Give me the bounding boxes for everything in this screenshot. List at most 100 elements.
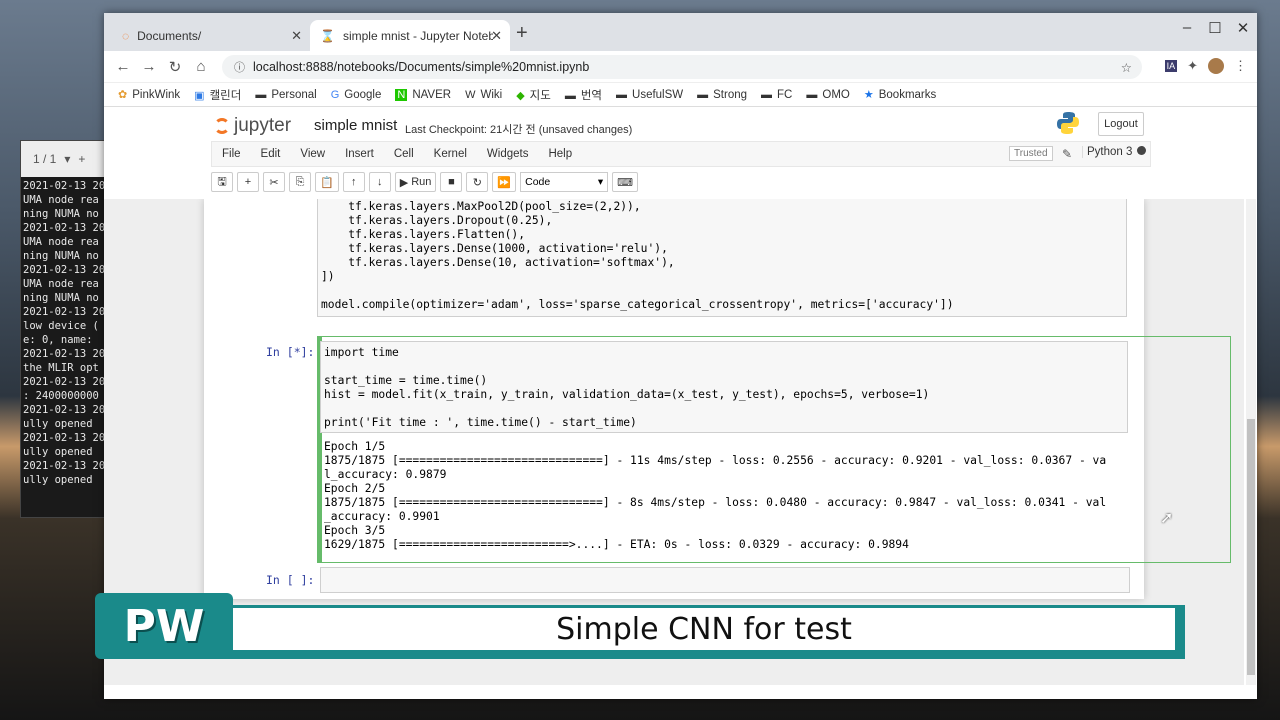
back-icon[interactable]: ← bbox=[110, 58, 136, 75]
window-controls: – ☐ ✕ bbox=[1173, 19, 1257, 37]
cell-type-select[interactable]: Code ▾ bbox=[520, 172, 609, 192]
paste-icon[interactable]: 📋 bbox=[315, 172, 339, 192]
tab-documents[interactable]: ◌ Documents/ ✕ bbox=[112, 20, 310, 51]
bookmark-item[interactable]: ★ Bookmarks bbox=[864, 88, 936, 101]
extension-icons: IA ✦ ⋮ bbox=[1164, 58, 1247, 74]
minimize-icon[interactable]: – bbox=[1173, 19, 1201, 37]
pencil-icon[interactable]: ✎ bbox=[1062, 147, 1072, 161]
close-icon[interactable]: ✕ bbox=[491, 28, 502, 44]
bookmark-item[interactable]: ✿ PinkWink bbox=[118, 88, 180, 101]
menu-edit[interactable]: Edit bbox=[251, 148, 291, 160]
run-button[interactable]: ▶ Run bbox=[394, 172, 437, 192]
bookmark-item[interactable]: ▬ UsefulSW bbox=[616, 89, 683, 101]
cell-prompt: In [ ]: bbox=[266, 573, 315, 587]
bookmark-item[interactable]: G Google bbox=[331, 89, 382, 101]
menu-icon[interactable]: ⋮ bbox=[1234, 58, 1247, 74]
bookmark-item[interactable]: W Wiki bbox=[465, 89, 502, 101]
insert-cell-icon[interactable]: + bbox=[237, 172, 259, 192]
bookmark-item[interactable]: ▬ Personal bbox=[255, 89, 316, 101]
menu-cell[interactable]: Cell bbox=[384, 148, 424, 160]
cell-source: tf.keras.layers.MaxPool2D(pool_size=(2,2… bbox=[321, 200, 954, 311]
notebook-page: tf.keras.layers.MaxPool2D(pool_size=(2,2… bbox=[204, 199, 1231, 599]
code-cell-previous[interactable]: tf.keras.layers.MaxPool2D(pool_size=(2,2… bbox=[317, 199, 1127, 317]
menu-help[interactable]: Help bbox=[538, 148, 582, 160]
jupyter-header: jupyter simple mnist Last Checkpoint: 21… bbox=[104, 107, 1257, 143]
close-icon[interactable]: ✕ bbox=[291, 28, 302, 44]
move-down-icon[interactable]: ↓ bbox=[368, 172, 391, 192]
bookmarks-bar: ✿ PinkWink ▣ 캘린더 ▬ Personal G Google N NAVER … bbox=[104, 83, 1257, 107]
notebook-name[interactable]: simple mnist bbox=[314, 117, 397, 134]
reload-icon[interactable]: ↻ bbox=[162, 58, 188, 76]
bookmark-item[interactable]: ▣ 캘린더 bbox=[194, 87, 241, 103]
url-text: localhost:8888/notebooks/Documents/simpl… bbox=[253, 60, 590, 74]
cut-icon[interactable]: ✂ bbox=[263, 172, 285, 192]
url-field[interactable]: ⓘ localhost:8888/notebooks/Documents/sim… bbox=[222, 55, 1142, 79]
terminal-page-counter: 1 / 1 bbox=[33, 152, 57, 166]
move-up-icon[interactable]: ↑ bbox=[342, 172, 365, 192]
keyboard-icon[interactable]: ⌨ bbox=[612, 172, 638, 192]
caption-banner: Simple CNN for test PW bbox=[95, 593, 1185, 661]
trusted-badge[interactable]: Trusted bbox=[1009, 146, 1053, 161]
cell-source: import time start_time = time.time() his… bbox=[324, 346, 930, 429]
puzzle-icon[interactable]: ✦ bbox=[1187, 58, 1198, 74]
extension-ia-icon[interactable]: IA bbox=[1164, 60, 1178, 72]
code-cell-active[interactable]: import time start_time = time.time() his… bbox=[320, 341, 1128, 433]
tab-bar: ◌ Documents/ ✕ ⌛ simple mnist - Jupyter … bbox=[104, 13, 1257, 51]
menu-widgets[interactable]: Widgets bbox=[477, 148, 539, 160]
bookmark-item[interactable]: ▬ Strong bbox=[697, 89, 747, 101]
code-cell-empty[interactable] bbox=[320, 567, 1130, 593]
bookmark-item[interactable]: ▬ OMO bbox=[806, 89, 849, 101]
maximize-icon[interactable]: ☐ bbox=[1201, 19, 1229, 37]
menu-file[interactable]: File bbox=[212, 148, 251, 160]
close-window-icon[interactable]: ✕ bbox=[1229, 19, 1257, 37]
forward-icon[interactable]: → bbox=[136, 58, 162, 75]
terminal-output: 2021-02-13 20 UMA node rea ning NUMA no … bbox=[23, 180, 106, 486]
loading-icon: ◌ bbox=[122, 28, 130, 43]
fast-forward-icon[interactable]: ⏩ bbox=[492, 172, 517, 192]
info-icon[interactable]: ⓘ bbox=[234, 59, 245, 75]
mouse-cursor-icon: ➚ bbox=[1160, 510, 1174, 527]
terminal-window[interactable]: 1 / 1 ▾ + 2021-02-13 20 UMA node rea nin… bbox=[20, 140, 110, 518]
bookmark-item[interactable]: ▬ FC bbox=[761, 89, 792, 101]
tab-label: Documents/ bbox=[137, 28, 202, 43]
pw-logo: PW bbox=[95, 593, 233, 659]
plus-icon[interactable]: + bbox=[78, 152, 85, 166]
terminal-header: 1 / 1 ▾ + bbox=[21, 141, 109, 177]
play-icon: ▶ bbox=[399, 176, 412, 189]
checkpoint-status: Last Checkpoint: 21시간 전 (unsaved changes… bbox=[405, 124, 633, 136]
new-tab-button[interactable]: + bbox=[516, 22, 528, 45]
menu-insert[interactable]: Insert bbox=[335, 148, 384, 160]
chevron-down-icon: ▾ bbox=[597, 176, 604, 188]
avatar[interactable] bbox=[1208, 58, 1224, 74]
scrollbar-thumb[interactable] bbox=[1247, 419, 1255, 675]
chevron-down-icon[interactable]: ▾ bbox=[64, 152, 70, 166]
scrollbar[interactable] bbox=[1246, 199, 1256, 685]
home-icon[interactable]: ⌂ bbox=[188, 58, 214, 75]
address-bar-row: ← → ↻ ⌂ ⓘ localhost:8888/notebooks/Docum… bbox=[104, 51, 1257, 83]
save-icon[interactable]: 🖫 bbox=[211, 172, 233, 192]
jupyter-logo-icon bbox=[214, 118, 230, 134]
caption-bar: Simple CNN for test bbox=[223, 605, 1185, 659]
notebook-toolbar: 🖫 + ✂ ⎘ 📋 ↑ ↓ ▶ Run ■ ↻ ⏩ Code ▾ ⌨ bbox=[211, 171, 638, 193]
kernel-indicator: Python 3 bbox=[1082, 146, 1147, 158]
bookmark-item[interactable]: ▬ 번역 bbox=[565, 87, 602, 103]
star-icon[interactable]: ☆ bbox=[1121, 60, 1132, 75]
bookmark-item[interactable]: ◆ 지도 bbox=[516, 87, 551, 103]
cell-prompt: In [*]: bbox=[266, 345, 315, 359]
menu-kernel[interactable]: Kernel bbox=[424, 148, 477, 160]
cell-output: Epoch 1/5 1875/1875 [===================… bbox=[324, 440, 1107, 551]
hourglass-icon: ⌛ bbox=[320, 28, 335, 43]
notebook-menubar: File Edit View Insert Cell Kernel Widget… bbox=[211, 141, 1151, 167]
tab-simple-mnist[interactable]: ⌛ simple mnist - Jupyter Notebo ✕ bbox=[310, 20, 510, 51]
python-logo-icon bbox=[1057, 112, 1079, 134]
restart-icon[interactable]: ↻ bbox=[466, 172, 489, 192]
logout-button[interactable]: Logout bbox=[1098, 112, 1144, 136]
bookmark-item[interactable]: N NAVER bbox=[395, 88, 451, 101]
kernel-busy-icon bbox=[1137, 146, 1147, 155]
stop-icon[interactable]: ■ bbox=[440, 172, 463, 192]
tab-label: simple mnist - Jupyter Notebo bbox=[342, 28, 493, 43]
copy-icon[interactable]: ⎘ bbox=[289, 172, 311, 192]
jupyter-logo[interactable]: jupyter bbox=[214, 115, 291, 137]
caption-text: Simple CNN for test bbox=[233, 608, 1175, 650]
menu-view[interactable]: View bbox=[290, 148, 335, 160]
